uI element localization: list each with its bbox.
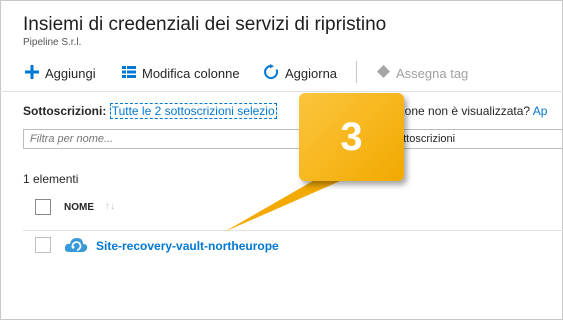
subscriptions-dropdown[interactable]: ottoscrizioni (390, 129, 563, 149)
toolbar-separator (356, 61, 357, 83)
vault-name-link[interactable]: Site-recovery-vault-northeurope (96, 239, 279, 253)
filter-by-name-input[interactable] (23, 129, 323, 149)
add-button[interactable]: Aggiungi (25, 64, 96, 82)
callout-number: 3 (340, 114, 363, 159)
subscriptions-link[interactable]: Tutte le 2 sottoscrizioni selezio (109, 103, 277, 119)
select-all-checkbox[interactable] (35, 199, 51, 215)
tag-icon (377, 65, 390, 81)
recovery-vault-cloud-icon (64, 235, 88, 255)
subscription-question-text: ione non è visualizzata? (402, 104, 531, 118)
column-header-name[interactable]: NOME (64, 202, 94, 213)
columns-icon (122, 65, 136, 81)
assign-tag-label: Assegna tag (396, 65, 469, 81)
refresh-label: Aggiorna (285, 65, 338, 81)
subscriptions-bar: Sottoscrizioni: Tutte le 2 sottoscrizion… (23, 103, 277, 119)
subscription-question-link[interactable]: Ap (533, 104, 548, 118)
items-count: 1 elementi (23, 172, 79, 186)
edit-columns-label: Modifica colonne (142, 65, 240, 81)
sort-icon[interactable]: ↑↓ (105, 201, 115, 212)
header-divider (23, 230, 563, 231)
assign-tag-button[interactable]: Assegna tag (377, 64, 468, 82)
page-title: Insiemi di credenziali dei servizi di ri… (23, 14, 387, 35)
refresh-button[interactable]: Aggiorna (264, 63, 338, 83)
refresh-icon (264, 63, 279, 83)
add-button-label: Aggiungi (45, 65, 96, 81)
plus-icon (25, 64, 39, 82)
row-checkbox[interactable] (35, 237, 51, 253)
edit-columns-button[interactable]: Modifica colonne (122, 64, 240, 82)
subscription-question: ione non è visualizzata? Ap (402, 104, 547, 118)
toolbar: Aggiungi Modifica colonne Aggiorna Asseg… (0, 53, 563, 92)
callout-badge: 3 (299, 93, 404, 181)
page-subtitle: Pipeline S.r.l. (23, 37, 82, 48)
blade-frame (0, 0, 563, 320)
subscriptions-label: Sottoscrizioni: (23, 104, 107, 118)
